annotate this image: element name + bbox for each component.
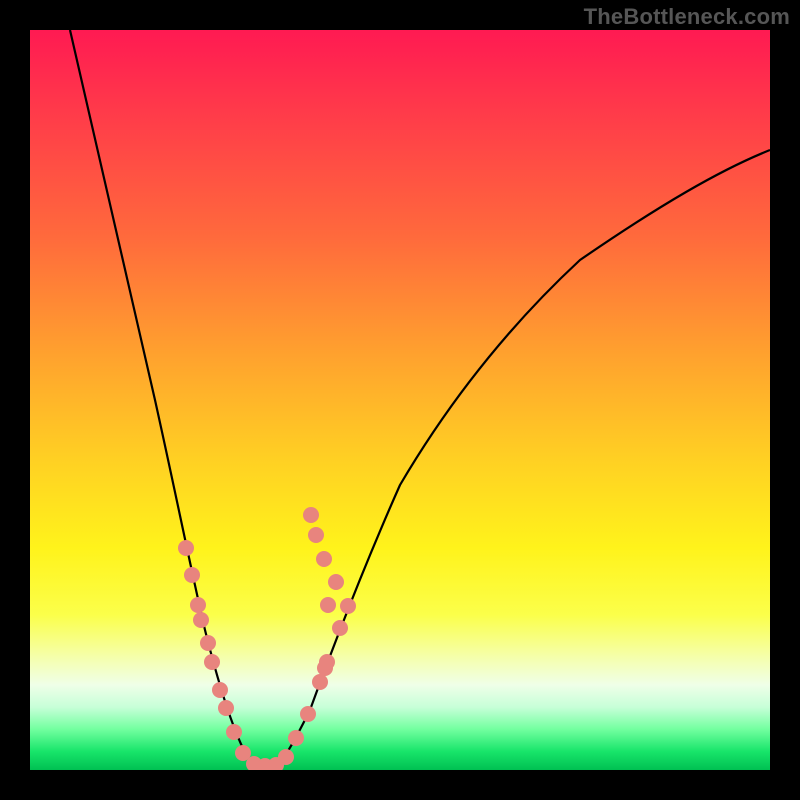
dot (320, 597, 336, 613)
dot (288, 730, 304, 746)
pink-dots-group (178, 507, 356, 770)
dot (212, 682, 228, 698)
dot (178, 540, 194, 556)
watermark-text: TheBottleneck.com (584, 4, 790, 30)
dot (226, 724, 242, 740)
left-curve (70, 30, 260, 766)
plot-area (30, 30, 770, 770)
dot (184, 567, 200, 583)
dot (200, 635, 216, 651)
dot (312, 674, 328, 690)
dot (340, 598, 356, 614)
dot (218, 700, 234, 716)
dot (193, 612, 209, 628)
dot (319, 654, 335, 670)
curves-svg (30, 30, 770, 770)
dot (204, 654, 220, 670)
dot (332, 620, 348, 636)
dot (278, 749, 294, 765)
dot (308, 527, 324, 543)
dot (190, 597, 206, 613)
dot (316, 551, 332, 567)
chart-frame: TheBottleneck.com (0, 0, 800, 800)
right-curve (275, 150, 770, 766)
dot (328, 574, 344, 590)
dot (300, 706, 316, 722)
dot (303, 507, 319, 523)
